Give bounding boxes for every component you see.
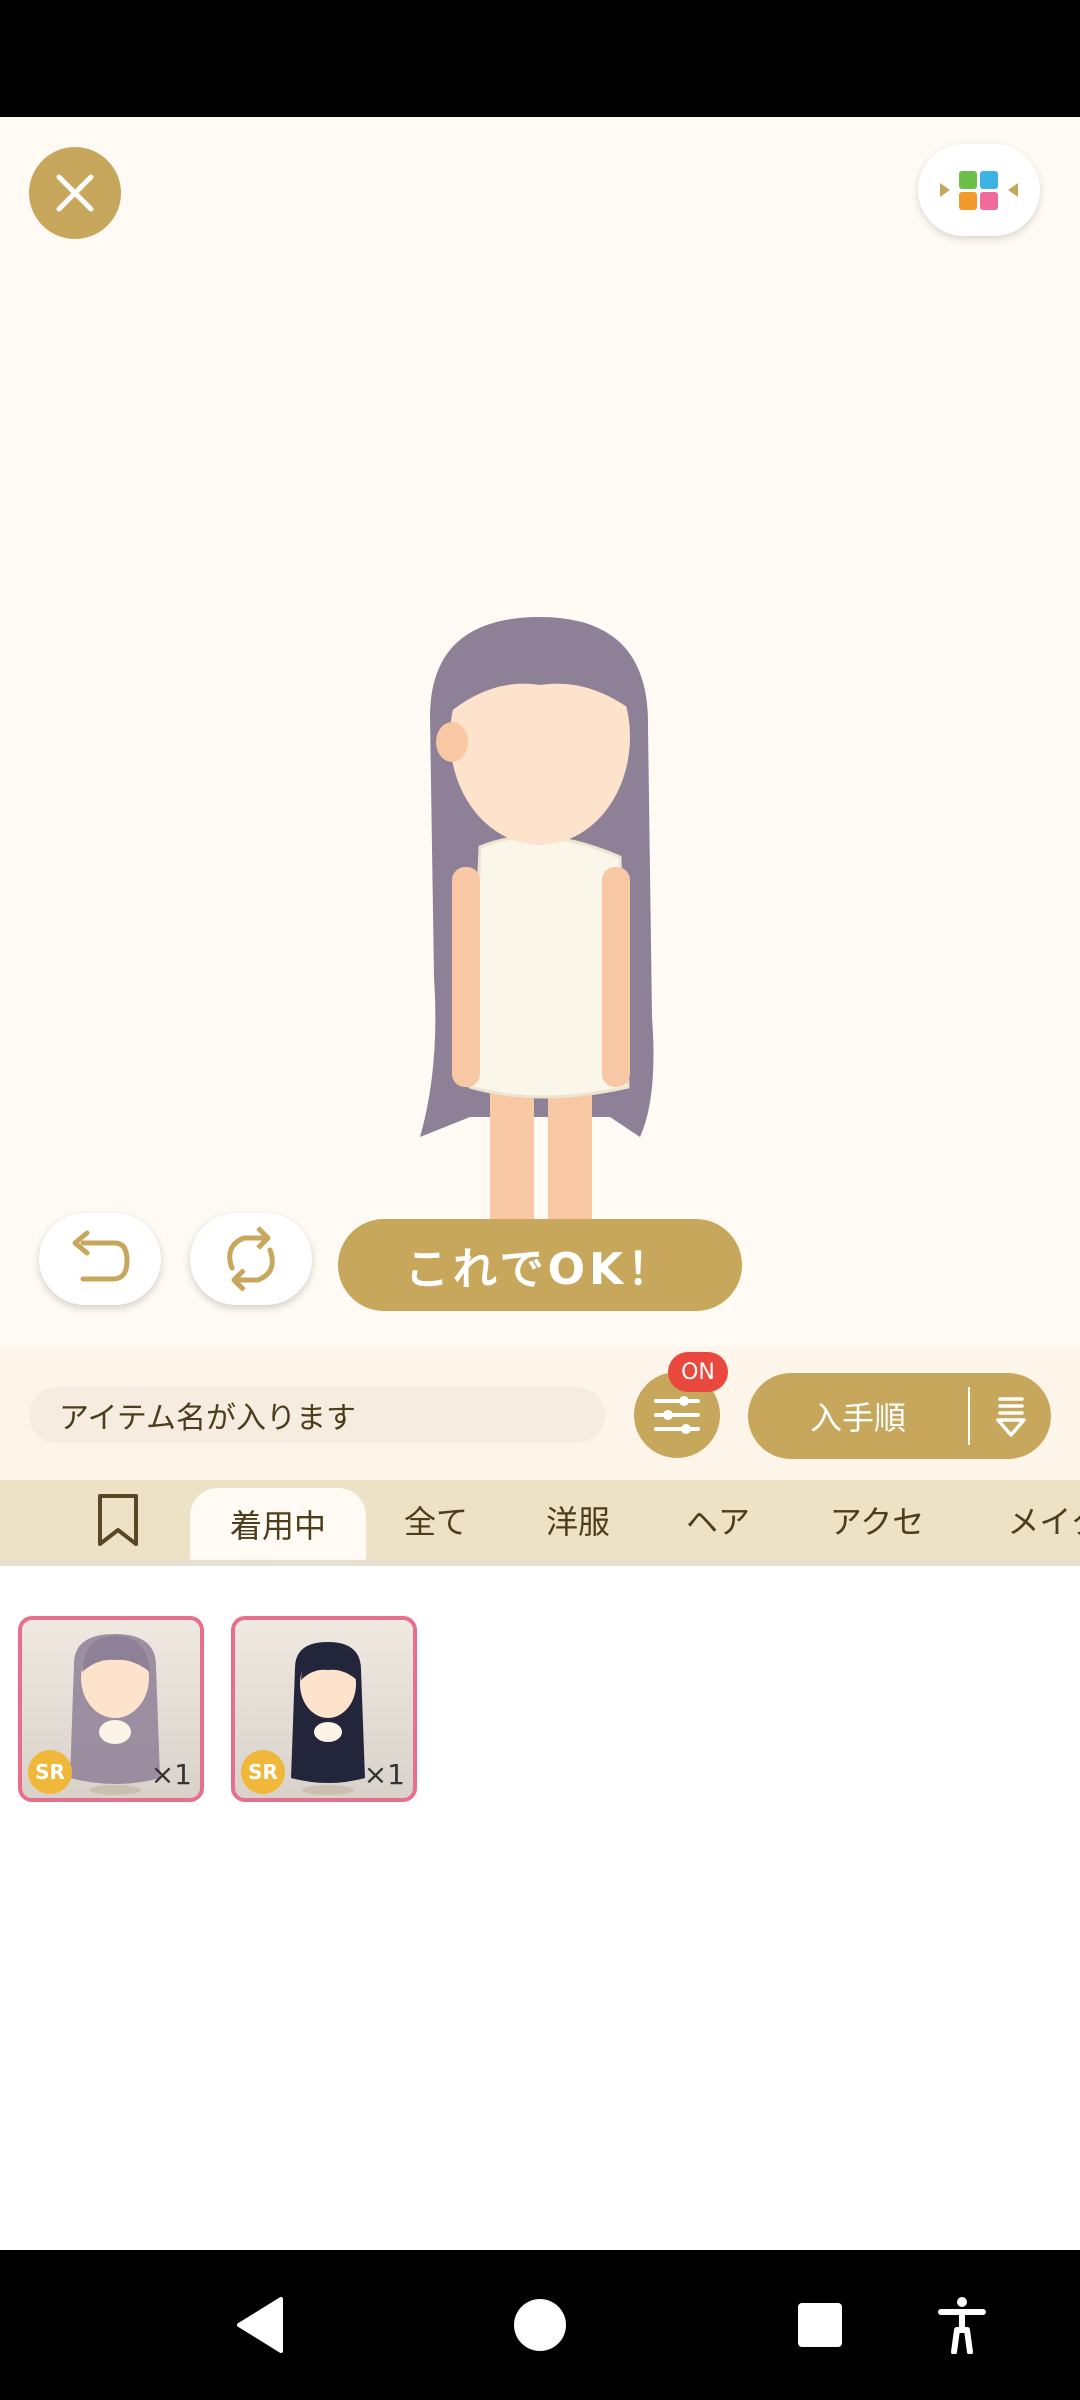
filter-sliders-icon <box>654 1396 700 1434</box>
sort-button[interactable]: 入手順 <box>748 1373 1051 1459</box>
filter-on-badge: ON <box>668 1352 728 1392</box>
item-card[interactable]: SR ×1 <box>18 1616 204 1802</box>
accessibility-button[interactable] <box>922 2250 1002 2400</box>
status-bar <box>0 0 1080 117</box>
item-toolbar: アイテム名が入ります ON 入手順 <box>0 1347 1080 1480</box>
bookmark-icon[interactable] <box>96 1492 140 1548</box>
back-icon <box>237 2297 283 2353</box>
avatar-stage: これでOK！ <box>0 117 1080 1347</box>
recents-icon <box>798 2303 842 2347</box>
tab-accessories[interactable]: アクセ <box>812 1480 942 1560</box>
accessibility-icon <box>938 2297 986 2354</box>
undo-button[interactable] <box>39 1213 161 1305</box>
close-button[interactable] <box>29 147 121 239</box>
recents-button[interactable] <box>780 2250 860 2400</box>
reset-button[interactable] <box>190 1213 312 1305</box>
tab-clothes[interactable]: 洋服 <box>528 1480 628 1560</box>
home-icon <box>514 2299 566 2351</box>
system-nav-bar <box>0 2250 1080 2400</box>
item-search-input[interactable]: アイテム名が入ります <box>29 1387 605 1443</box>
rarity-badge: SR <box>241 1750 285 1794</box>
undo-icon <box>72 1230 130 1282</box>
tab-makeup[interactable]: メイク <box>990 1480 1080 1560</box>
layout-switch-icon <box>940 171 1018 210</box>
home-button[interactable] <box>500 2250 580 2400</box>
sort-divider <box>968 1387 970 1445</box>
confirm-ok-button[interactable]: これでOK！ <box>338 1219 742 1311</box>
close-icon <box>56 174 94 212</box>
item-grid: SR ×1 SR ×1 <box>0 1566 1080 2250</box>
item-count: ×1 <box>150 1758 192 1791</box>
sort-icon <box>996 1397 1026 1437</box>
layout-switch-button[interactable] <box>918 144 1040 236</box>
category-tabs: 着用中 全て 洋服 ヘア アクセ メイク <box>0 1480 1080 1560</box>
reset-icon <box>227 1226 275 1292</box>
rarity-badge: SR <box>28 1750 72 1794</box>
tab-wearing[interactable]: 着用中 <box>190 1488 366 1560</box>
dress-up-screen: これでOK！ アイテム名が入ります ON 入手順 着用中 全て 洋服 ヘア アク… <box>0 117 1080 2250</box>
avatar-figure <box>420 617 654 1301</box>
tab-hair[interactable]: ヘア <box>668 1480 768 1560</box>
tab-all[interactable]: 全て <box>386 1480 486 1560</box>
item-card[interactable]: SR ×1 <box>231 1616 417 1802</box>
back-button[interactable] <box>220 2250 300 2400</box>
item-count: ×1 <box>363 1758 405 1791</box>
sort-label: 入手順 <box>809 1399 906 1437</box>
